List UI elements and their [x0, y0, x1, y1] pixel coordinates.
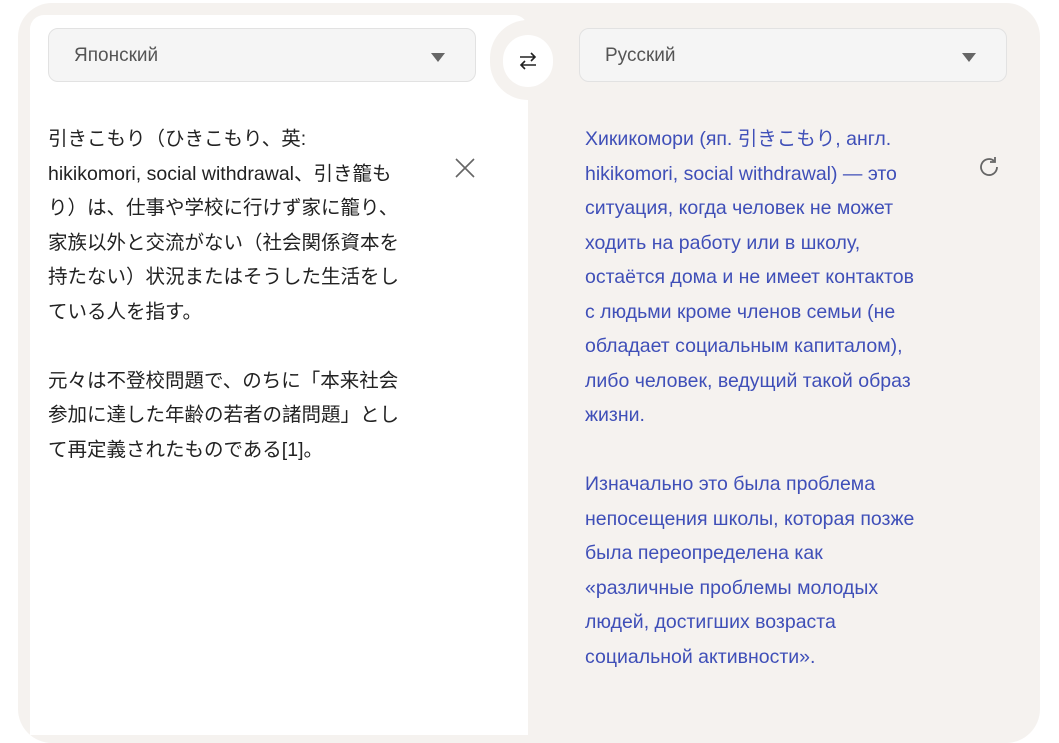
text-line: Хикикомори (яп. 引きこもり, англ. [585, 128, 892, 150]
paragraph: Изначально это была проблема непосещения … [585, 467, 914, 674]
text-line: непосещения школы, которая позже [585, 507, 915, 530]
target-language-label: Русский [605, 45, 676, 66]
text-line: была переопределена как [585, 542, 823, 564]
text-line: социальной активности». [585, 645, 816, 668]
translation-output: Хикикомори (яп. 引きこもり, англ. hikikomori, … [585, 122, 914, 709]
text-line: ている人を指す。 [48, 300, 203, 323]
text-line: 参加に達した年齢の若者の諸問題」とし [48, 404, 400, 426]
text-line: 家族以外と交流がない（社会関係資本を [48, 231, 400, 254]
paragraph: 元々は不登校問題で、のちに「本来社会 参加に達した年齢の若者の諸問題」とし て再定義… [48, 364, 399, 468]
text-line: り）は、仕事や学校に行けず家に籠り、 [48, 197, 399, 219]
text-line: жизни. [585, 404, 645, 426]
paragraph: 引きこもり（ひきこもり、英: hikikomori, social withdra… [48, 122, 399, 329]
paragraph: Хикикомори (яп. 引きこもり, англ. hikikomori, … [585, 122, 914, 433]
text-line: обладает социальным капиталом), [585, 335, 903, 357]
swap-arrows-icon [519, 52, 537, 70]
text-line: людей, достигших возраста [585, 611, 836, 633]
text-line: Изначально это была проблема [585, 473, 876, 495]
text-line: hikikomori, social withdrawal、引き籠も [48, 162, 392, 185]
source-language-label: Японский [74, 45, 159, 66]
text-line: hikikomori, social withdrawal) — это [585, 162, 897, 185]
text-line: либо человек, ведущий такой образ [585, 369, 911, 392]
text-line: て再定義されたものである[1]。 [48, 438, 323, 461]
text-line: ситуация, когда человек не может [585, 197, 894, 219]
refresh-icon [980, 157, 998, 176]
close-icon [455, 158, 475, 178]
source-text-input[interactable]: 引きこもり（ひきこもり、英: hikikomori, social withdra… [48, 122, 399, 502]
dropdown-arrow-icon [431, 53, 445, 62]
text-line: остаётся дома и не имеет контактов [585, 266, 914, 288]
text-line: ходить на работу или в школу, [585, 231, 861, 254]
target-language-select[interactable]: Русский [579, 28, 1007, 82]
text-line: «различные проблемы молодых [585, 576, 879, 599]
text-line: 元々は不登校問題で、のちに「本来社会 [48, 369, 399, 392]
clear-text-button[interactable] [453, 156, 477, 185]
swap-languages-button[interactable] [503, 35, 553, 87]
text-line: с людьми кроме членов семьи (не [585, 300, 896, 323]
retranslate-button[interactable] [976, 154, 1002, 185]
source-language-select[interactable]: Японский [48, 28, 476, 82]
dropdown-arrow-icon [962, 53, 976, 62]
text-line: 持たない）状況またはそうした生活をし [48, 266, 400, 288]
text-line: 引きこもり（ひきこもり、英: [48, 128, 307, 150]
